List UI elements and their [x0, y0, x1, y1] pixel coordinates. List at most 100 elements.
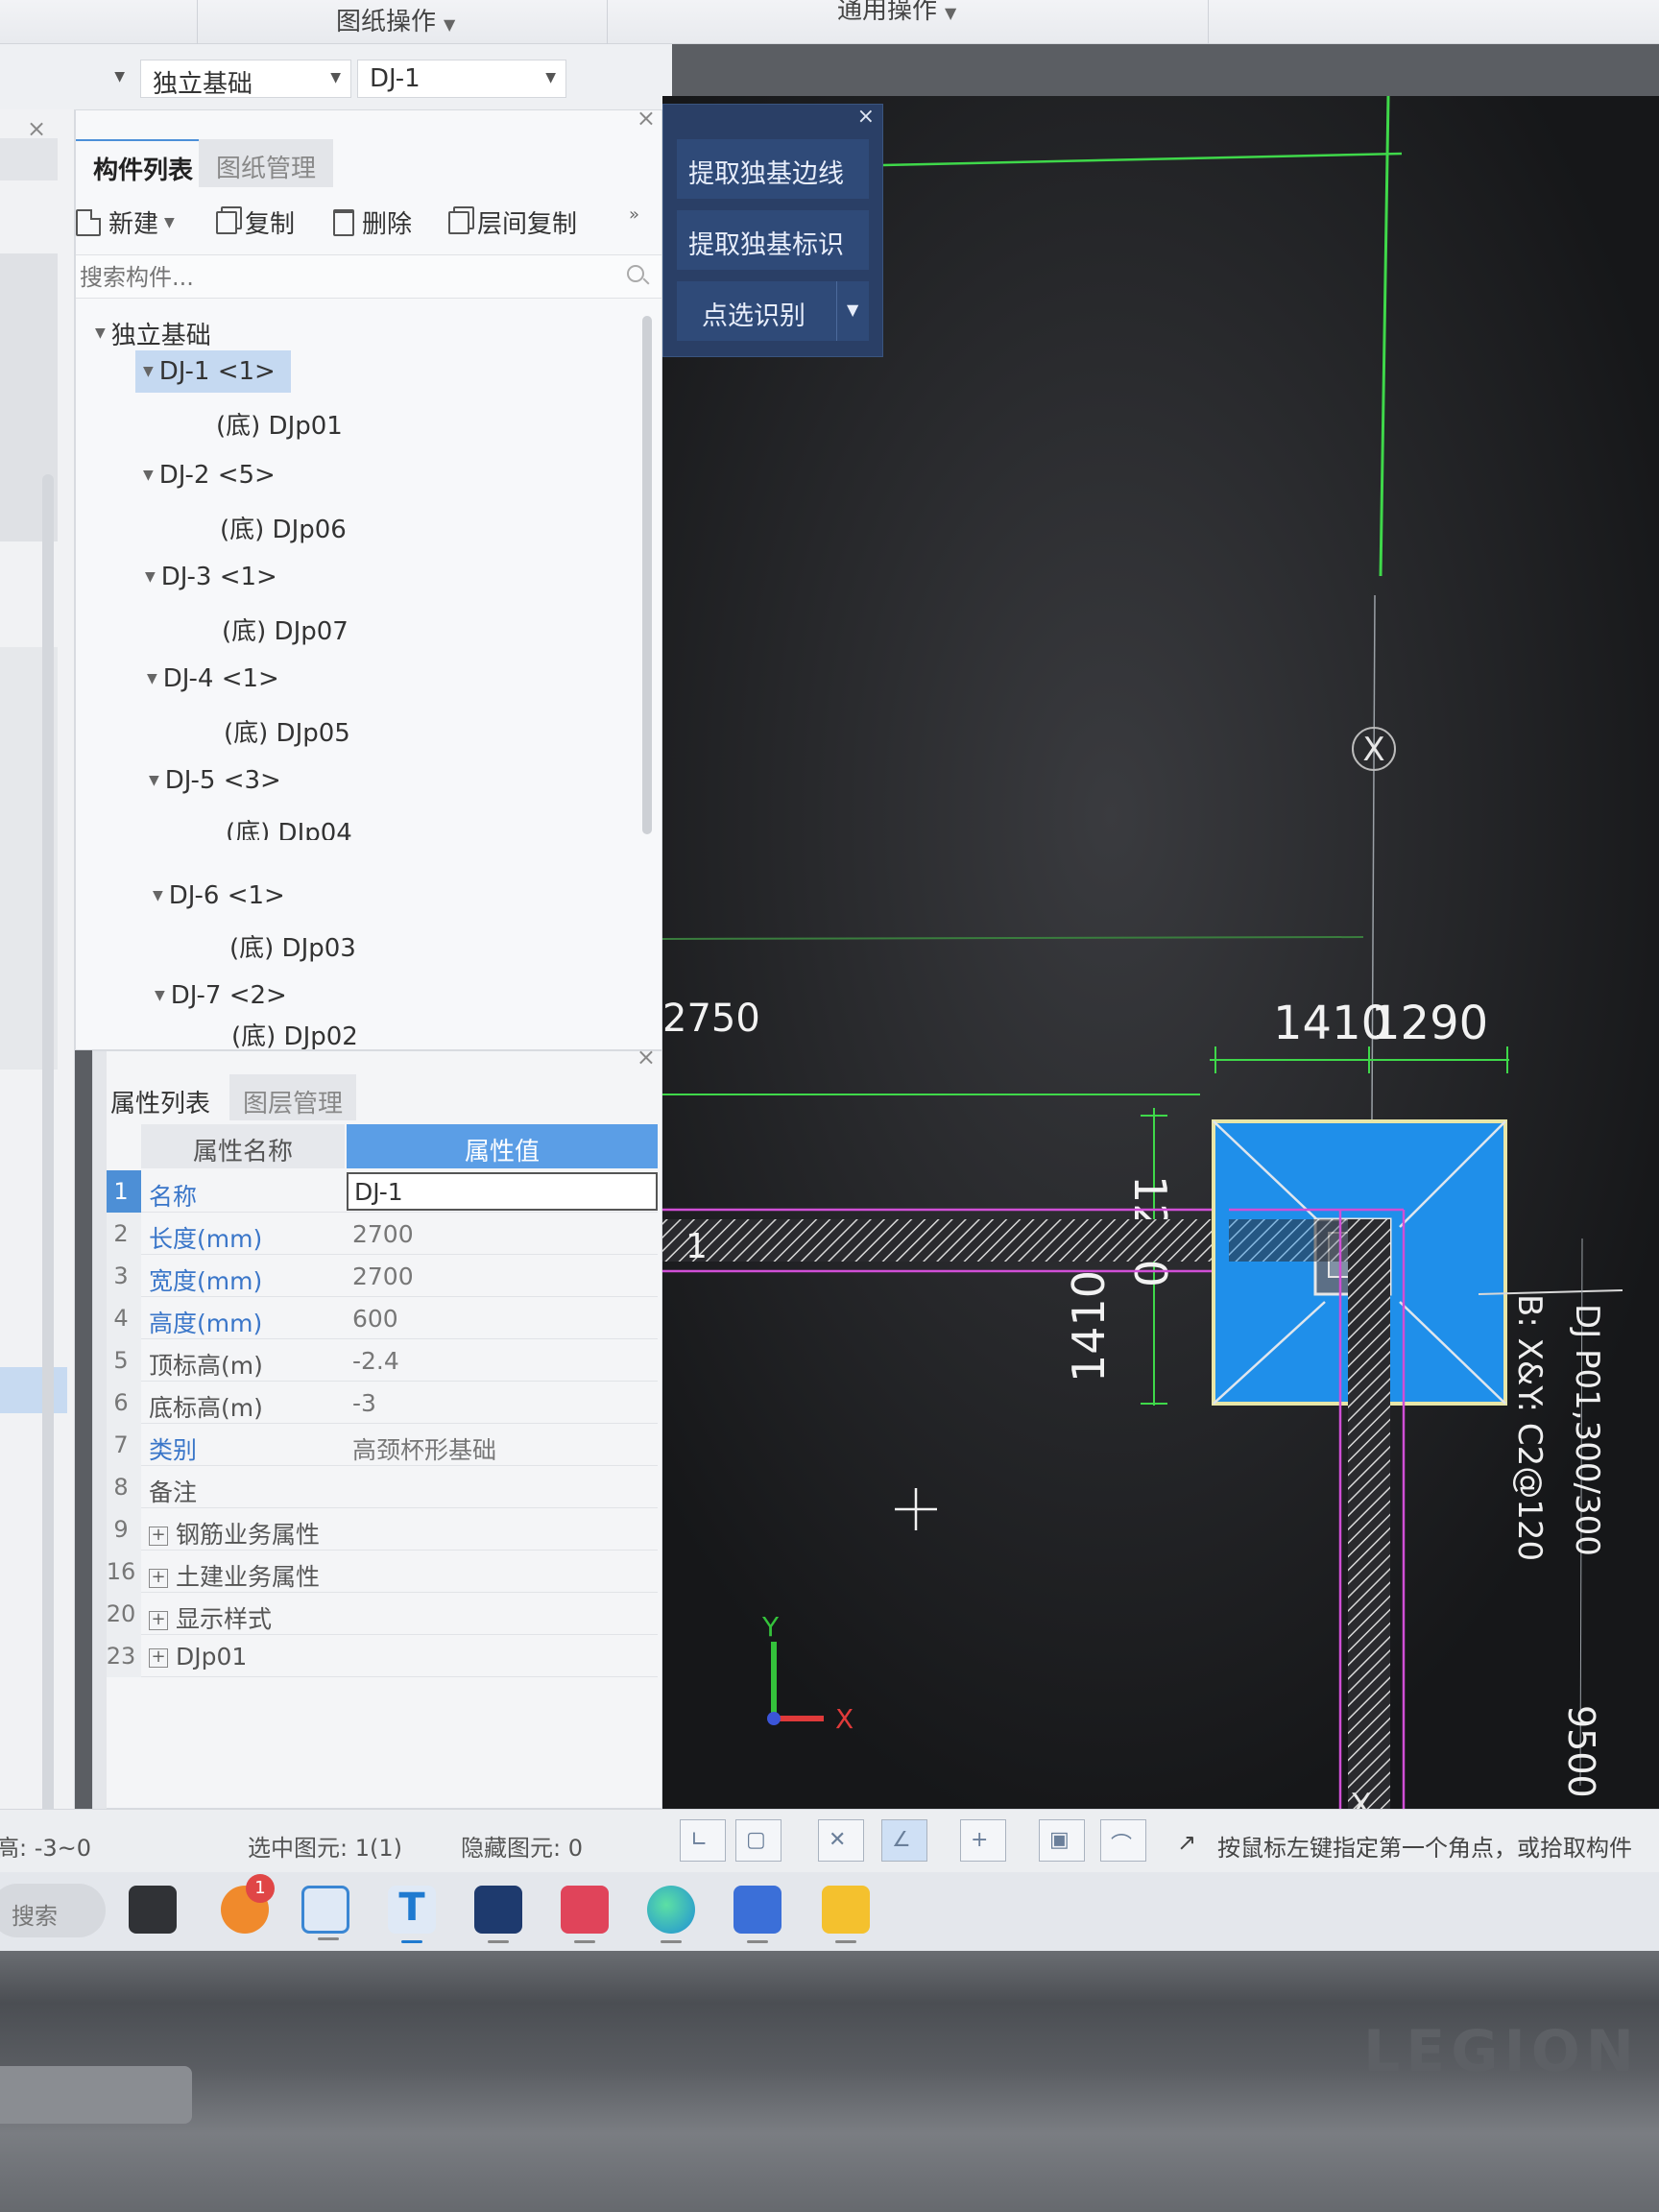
copy-button[interactable]: 复制	[216, 204, 295, 240]
tab-layer-management[interactable]: 图层管理	[229, 1074, 357, 1120]
property-row[interactable]: 4 高度(mm) 600	[101, 1297, 658, 1339]
property-row[interactable]: 23 + DJp01	[101, 1635, 658, 1677]
app-red-icon[interactable]	[561, 1886, 609, 1943]
component-name-combo[interactable]: DJ-1 ▼	[357, 60, 566, 98]
ribbon-group-label: 通用操作	[837, 0, 938, 25]
display-toggle[interactable]: ▣	[1039, 1819, 1085, 1862]
tree-item[interactable]: ▼ DJ-2 <5>	[143, 454, 276, 496]
expand-plus-icon[interactable]: +	[149, 1527, 168, 1546]
property-row[interactable]: 16 + 土建业务属性	[101, 1551, 658, 1593]
expand-arrow-icon[interactable]: ▼	[155, 988, 165, 1003]
property-value[interactable]: -2.4	[352, 1347, 399, 1375]
property-name: + DJp01	[149, 1643, 247, 1671]
tree-subitem[interactable]: (底) DJp03	[229, 925, 356, 967]
app-doc-icon[interactable]	[301, 1886, 349, 1940]
tree-subitem-label: (底) DJp02	[231, 1022, 358, 1049]
expand-arrow-icon[interactable]: ▼	[143, 364, 154, 379]
expand-arrow-icon[interactable]: ▼	[147, 671, 157, 686]
file-explorer-icon[interactable]	[822, 1886, 870, 1943]
property-row[interactable]: 1 名称 DJ-1	[101, 1170, 658, 1213]
expand-plus-icon[interactable]: +	[149, 1569, 168, 1588]
app-meeting-icon[interactable]	[733, 1886, 781, 1943]
tree-item[interactable]: ▼ DJ-6 <1>	[153, 875, 285, 917]
expand-arrow-icon[interactable]: ▼	[153, 888, 163, 903]
close-icon[interactable]: ×	[637, 1044, 656, 1070]
taskbar-search[interactable]: 搜索	[0, 1884, 106, 1937]
chevron-down-icon[interactable]: ▼	[836, 281, 869, 341]
tree-root-isolated-foundation[interactable]: ▼ 独立基础	[95, 312, 211, 354]
ribbon-group-common-ops[interactable]: 通用操作 ▼	[837, 0, 956, 26]
property-row[interactable]: 8 备注	[101, 1466, 658, 1508]
expand-arrow-icon[interactable]: ▼	[149, 773, 159, 788]
expand-plus-icon[interactable]: +	[149, 1611, 168, 1630]
cross-select-toggle[interactable]: ✕	[818, 1819, 864, 1862]
ortho-toggle[interactable]: ∟	[680, 1819, 726, 1862]
tree-item[interactable]: ▼ DJ-5 <3>	[149, 759, 281, 802]
nav-item-selected[interactable]	[0, 1367, 67, 1413]
scrollbar[interactable]	[42, 474, 54, 1838]
property-value[interactable]: 600	[352, 1305, 398, 1333]
tree-subitem-label: (底) DJp06	[220, 515, 347, 544]
floor-copy-button[interactable]: 层间复制	[448, 204, 577, 240]
property-row[interactable]: 2 长度(mm) 2700	[101, 1213, 658, 1255]
extract-footing-edge-button[interactable]: 提取独基边线	[677, 139, 869, 199]
property-value[interactable]: 2700	[352, 1262, 414, 1290]
nav-item[interactable]	[0, 138, 58, 180]
close-icon[interactable]: ×	[27, 115, 46, 142]
tree-scrollbar[interactable]	[642, 316, 652, 834]
arc-toggle[interactable]: ⌒	[1100, 1819, 1146, 1862]
tab-drawing-management[interactable]: 图纸管理	[199, 139, 334, 187]
scrollbar-thumb[interactable]	[642, 316, 652, 834]
property-value[interactable]: 2700	[352, 1220, 414, 1248]
app-t-icon[interactable]: T	[388, 1886, 436, 1943]
active-indicator	[574, 1940, 595, 1943]
edge-browser-icon[interactable]	[647, 1886, 695, 1943]
tree-subitem[interactable]: (底) DJp04	[226, 809, 352, 841]
tree-item[interactable]: ▼ DJ-3 <1>	[145, 556, 277, 598]
select-box-toggle[interactable]: ▢	[735, 1819, 781, 1862]
property-value[interactable]: 高颈杯形基础	[352, 1431, 496, 1466]
close-icon[interactable]: ×	[857, 105, 875, 129]
tree-subitem[interactable]: (底) DJp05	[224, 709, 350, 752]
app-orange-icon[interactable]: 1	[221, 1874, 275, 1934]
property-name: 类别	[149, 1431, 197, 1466]
expand-plus-icon[interactable]: +	[149, 1648, 168, 1668]
angle-snap-toggle[interactable]: ∠	[881, 1819, 927, 1862]
tree-item[interactable]: ▼ DJ-4 <1>	[147, 658, 279, 700]
expand-arrow-icon[interactable]: ▼	[95, 325, 106, 341]
close-icon[interactable]: ×	[637, 105, 656, 132]
tree-subitem[interactable]: (底) DJp02	[231, 1017, 358, 1049]
extract-footing-label-button[interactable]: 提取独基标识	[677, 210, 869, 270]
select-box-icon: ▢	[746, 1828, 766, 1852]
tree-subitem[interactable]: (底) DJp01	[216, 402, 343, 445]
expand-arrow-icon[interactable]: ▼	[143, 468, 154, 483]
search-icon[interactable]	[627, 265, 644, 282]
property-row[interactable]: 5 顶标高(m) -2.4	[101, 1339, 658, 1382]
property-value[interactable]: -3	[352, 1389, 376, 1417]
new-button[interactable]: 新建 ▼	[76, 204, 175, 240]
tab-property-list[interactable]: 属性列表	[97, 1074, 225, 1120]
property-row[interactable]: 3 宽度(mm) 2700	[101, 1255, 658, 1297]
task-view-icon[interactable]	[129, 1886, 177, 1934]
property-row[interactable]: 9 + 钢筋业务属性	[101, 1508, 658, 1551]
tree-subitem[interactable]: (底) DJp06	[220, 506, 347, 548]
property-name: 长度(mm)	[149, 1220, 262, 1255]
property-row[interactable]: 7 类别 高颈杯形基础	[101, 1424, 658, 1466]
dynamic-input-toggle[interactable]: +	[960, 1819, 1006, 1862]
tree-item[interactable]: ▼ DJ-7 <2>	[155, 974, 287, 1017]
more-tools-icon[interactable]: »	[629, 204, 639, 225]
tab-component-list[interactable]: 构件列表	[76, 139, 211, 187]
tree-item[interactable]: ▼ DJ-1 <1>	[135, 350, 291, 393]
delete-button[interactable]: 删除	[333, 204, 412, 240]
ribbon-group-drawing-ops[interactable]: 图纸操作 ▼	[336, 2, 455, 37]
point-recognize-button[interactable]: 点选识别 ▼	[677, 281, 869, 341]
search-input[interactable]	[80, 261, 617, 294]
property-value[interactable]: DJ-1	[347, 1172, 658, 1211]
expand-arrow-icon[interactable]: ▼	[145, 569, 156, 585]
tree-subitem[interactable]: (底) DJp07	[222, 608, 349, 650]
app-glodon-icon[interactable]	[474, 1886, 522, 1943]
component-type-combo[interactable]: 独立基础 ▼	[140, 60, 351, 99]
property-row[interactable]: 6 底标高(m) -3	[101, 1382, 658, 1424]
floor-combo[interactable]: ▼	[0, 60, 134, 98]
property-row[interactable]: 20 + 显示样式	[101, 1593, 658, 1635]
